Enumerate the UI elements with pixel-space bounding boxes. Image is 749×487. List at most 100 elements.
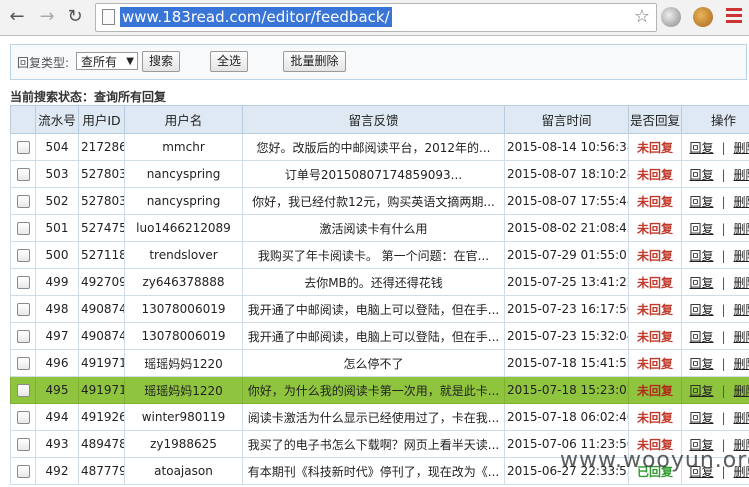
cell-time: 2015-07-18 06:02:40	[504, 403, 629, 431]
forward-icon[interactable]: →	[36, 6, 58, 28]
header-checkbox	[10, 105, 36, 134]
table-row[interactable]: 500 527118 trendslover 我购买了年卡阅读卡。 第一个问题：在官.…	[10, 241, 749, 269]
table-row[interactable]: 496 491971 瑶瑶妈妈1220 怎么停不了 2015-07-18 15:41:5…	[10, 349, 749, 377]
select-all-button[interactable]: 全选	[210, 51, 248, 72]
row-checkbox-cell[interactable]	[10, 430, 36, 458]
delete-link[interactable]: 删除	[734, 249, 749, 263]
row-checkbox-cell[interactable]	[10, 133, 36, 161]
table-row[interactable]: 494 491926 winter980119 阅读卡激活为什么显示已经使用过了，卡在…	[10, 403, 749, 431]
browser-toolbar: ← → ↻ www.183read.com/editor/feedback/ ☆	[0, 0, 749, 36]
table-row[interactable]: 497 490874 13078006019 我开通了中邮阅读，电脑上可以登陆，但在手…	[10, 322, 749, 350]
cell-username: trendslover	[124, 241, 243, 269]
delete-link[interactable]: 删除	[734, 141, 749, 155]
row-checkbox-cell[interactable]	[10, 457, 36, 485]
row-checkbox[interactable]	[16, 384, 30, 397]
cell-actions: 回复 | 删除	[681, 403, 749, 431]
delete-link[interactable]: 删除	[734, 303, 749, 317]
row-checkbox[interactable]	[16, 276, 30, 289]
table-row[interactable]: 499 492709 zy646378888 去你MB的。还得还得花钱 2015-07-…	[10, 268, 749, 296]
row-checkbox[interactable]	[16, 330, 30, 343]
row-checkbox-cell[interactable]	[10, 403, 36, 431]
row-checkbox[interactable]	[16, 249, 30, 262]
watermark: www.wooyun.org	[560, 448, 749, 473]
reply-link[interactable]: 回复	[689, 168, 713, 182]
table-row[interactable]: 495 491971 瑶瑶妈妈1220 你好，为什么我的阅读卡第一次用，就是此卡...…	[10, 376, 749, 404]
row-checkbox[interactable]	[16, 465, 30, 478]
action-separator: |	[721, 221, 726, 236]
row-checkbox-cell[interactable]	[10, 187, 36, 215]
row-checkbox-cell[interactable]	[10, 214, 36, 242]
action-separator: |	[721, 194, 726, 209]
row-checkbox-cell[interactable]	[10, 268, 36, 296]
cell-serial: 494	[35, 403, 79, 431]
reply-link[interactable]: 回复	[689, 276, 713, 290]
table-row[interactable]: 501 527475 luo1466212089 激活阅读卡有什么用 2015-08-0…	[10, 214, 749, 242]
row-checkbox-cell[interactable]	[10, 160, 36, 188]
delete-link[interactable]: 删除	[734, 168, 749, 182]
delete-link[interactable]: 删除	[734, 384, 749, 398]
row-checkbox-cell[interactable]	[10, 241, 36, 269]
cell-serial: 492	[35, 457, 79, 485]
delete-link[interactable]: 删除	[734, 411, 749, 425]
reply-link[interactable]: 回复	[689, 222, 713, 236]
cell-reply-status: 未回复	[628, 403, 682, 431]
row-checkbox-cell[interactable]	[10, 322, 36, 350]
cell-reply-status: 未回复	[628, 133, 682, 161]
bulk-delete-button[interactable]: 批量删除	[283, 51, 346, 72]
action-separator: |	[721, 383, 726, 398]
cell-reply-status: 未回复	[628, 349, 682, 377]
cell-actions: 回复 | 删除	[681, 376, 749, 404]
address-bar[interactable]: www.183read.com/editor/feedback/ ☆	[95, 3, 657, 32]
row-checkbox[interactable]	[16, 303, 30, 316]
row-checkbox[interactable]	[16, 438, 30, 451]
action-separator: |	[721, 329, 726, 344]
action-separator: |	[721, 275, 726, 290]
table-row[interactable]: 498 490874 13078006019 我开通了中邮阅读，电脑上可以登陆，但在手…	[10, 295, 749, 323]
cookie-extension-icon[interactable]	[693, 7, 713, 27]
reply-link[interactable]: 回复	[689, 330, 713, 344]
cell-message: 有本期刊《科技新时代》停刊了，现在改为《...	[242, 457, 505, 485]
cell-time: 2015-07-25 13:41:22	[504, 268, 629, 296]
reply-link[interactable]: 回复	[689, 357, 713, 371]
delete-link[interactable]: 删除	[734, 276, 749, 290]
search-button[interactable]: 搜索	[142, 51, 180, 72]
url-text[interactable]: www.183read.com/editor/feedback/	[120, 7, 392, 27]
table-row[interactable]: 504 217286 mmchr 您好。改版后的中邮阅读平台，2012年的... 201…	[10, 133, 749, 161]
delete-link[interactable]: 删除	[734, 222, 749, 236]
menu-icon[interactable]	[726, 8, 742, 26]
cell-username: zy646378888	[124, 268, 243, 296]
row-checkbox[interactable]	[16, 195, 30, 208]
reply-type-select[interactable]: 查所有 ▼	[76, 52, 138, 70]
reload-icon[interactable]: ↻	[64, 6, 86, 28]
row-checkbox[interactable]	[16, 357, 30, 370]
header-actions: 操作	[681, 105, 749, 134]
row-checkbox-cell[interactable]	[10, 349, 36, 377]
table-row[interactable]: 503 527803 nancyspring 订单号20150807174859093…	[10, 160, 749, 188]
table-row[interactable]: 502 527803 nancyspring 你好，我已经付款12元，购买英语文摘两期…	[10, 187, 749, 215]
delete-link[interactable]: 删除	[734, 357, 749, 371]
reply-link[interactable]: 回复	[689, 303, 713, 317]
row-checkbox[interactable]	[16, 411, 30, 424]
cell-serial: 496	[35, 349, 79, 377]
back-icon[interactable]: ←	[6, 6, 28, 28]
row-checkbox[interactable]	[16, 141, 30, 154]
cell-actions: 回复 | 删除	[681, 322, 749, 350]
cell-serial: 499	[35, 268, 79, 296]
globe-extension-icon[interactable]	[661, 7, 681, 27]
header-serial: 流水号	[35, 105, 79, 134]
bookmark-star-icon[interactable]: ☆	[634, 6, 650, 27]
reply-link[interactable]: 回复	[689, 195, 713, 209]
reply-link[interactable]: 回复	[689, 384, 713, 398]
cell-message: 我开通了中邮阅读，电脑上可以登陆，但在手...	[242, 322, 505, 350]
cell-serial: 498	[35, 295, 79, 323]
row-checkbox-cell[interactable]	[10, 376, 36, 404]
delete-link[interactable]: 删除	[734, 195, 749, 209]
row-checkbox[interactable]	[16, 168, 30, 181]
reply-link[interactable]: 回复	[689, 141, 713, 155]
delete-link[interactable]: 删除	[734, 330, 749, 344]
reply-link[interactable]: 回复	[689, 249, 713, 263]
cell-user-id: 489478	[78, 430, 125, 458]
row-checkbox[interactable]	[16, 222, 30, 235]
row-checkbox-cell[interactable]	[10, 295, 36, 323]
reply-link[interactable]: 回复	[689, 411, 713, 425]
